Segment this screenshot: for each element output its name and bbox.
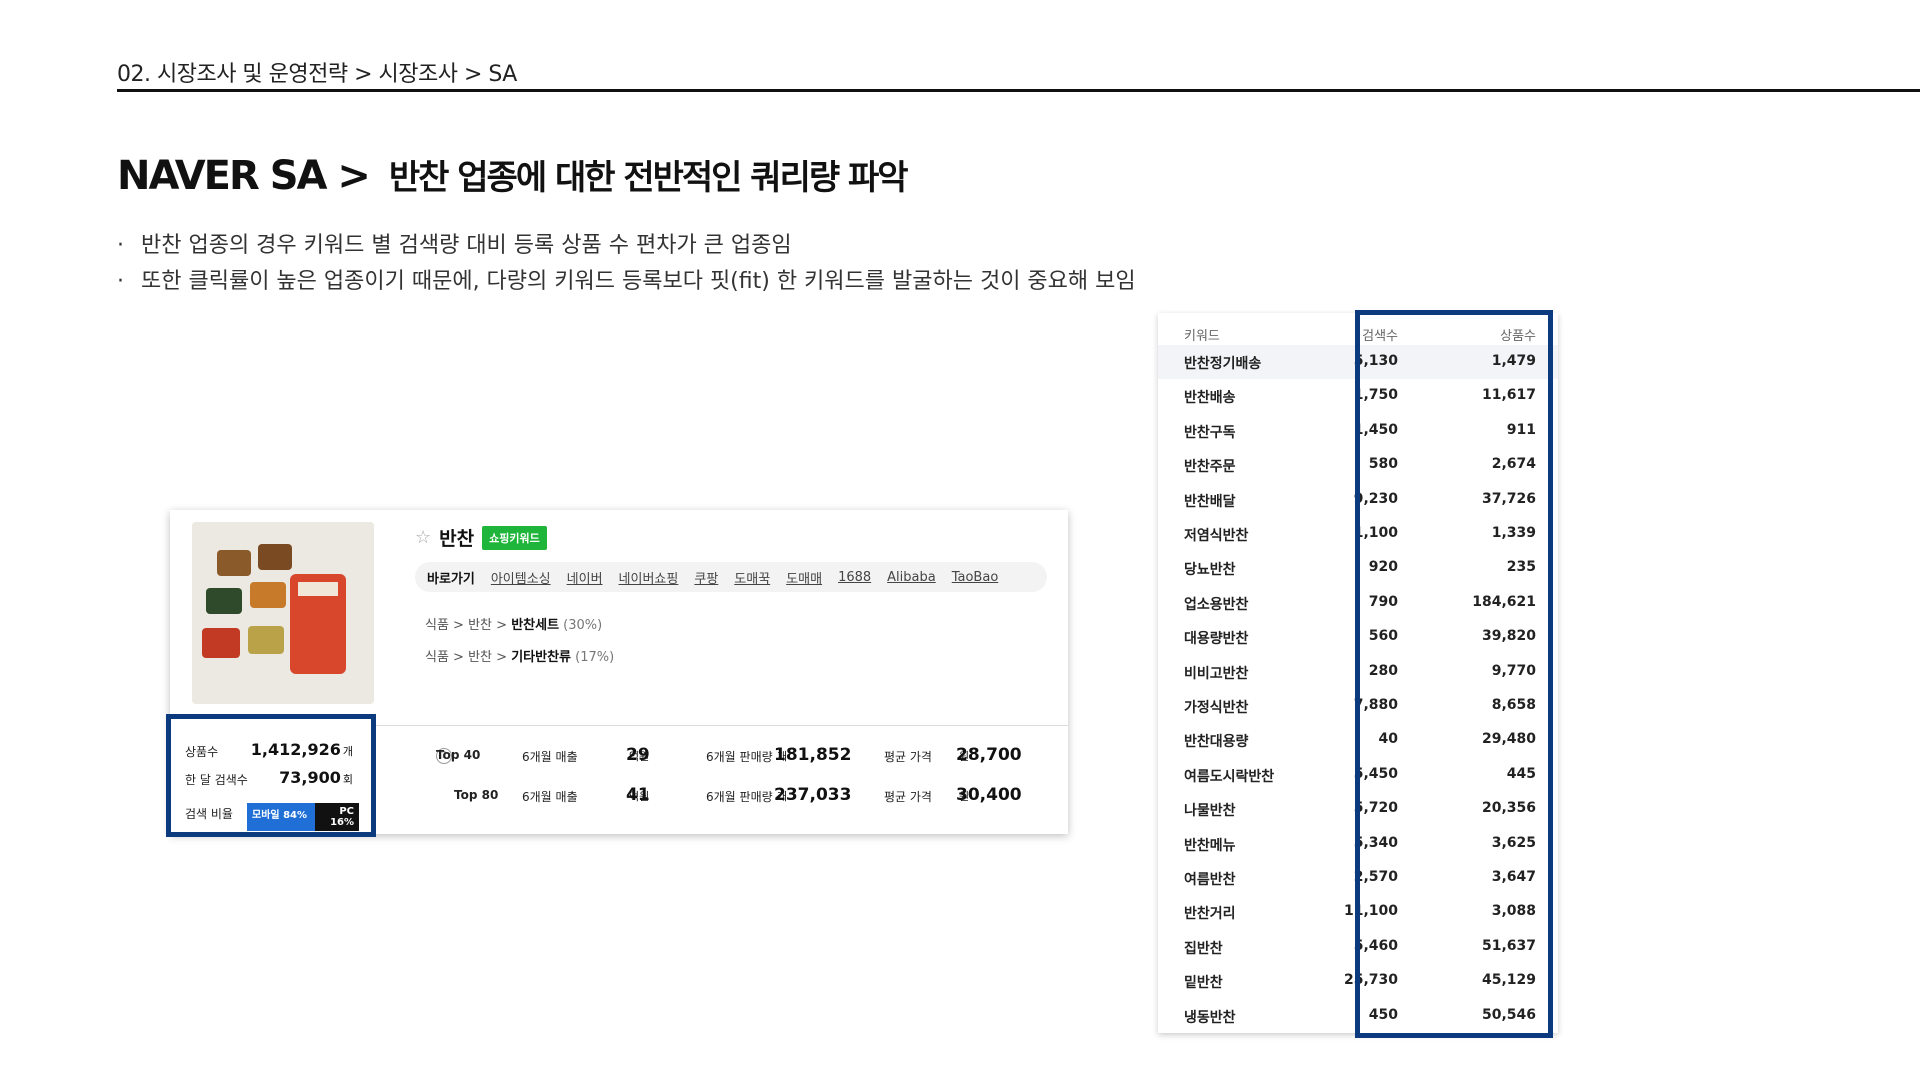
breadcrumb: 02. 시장조사 및 운영전략 > 시장조사 > SA bbox=[117, 62, 517, 87]
row-keyword: 반찬배송 bbox=[1184, 390, 1236, 407]
top-rank: Top 40 bbox=[436, 748, 481, 762]
product-image bbox=[192, 522, 374, 704]
qty-label: 6개월 판매량 bbox=[706, 790, 773, 804]
price-value: 30,400 bbox=[956, 785, 1022, 805]
stat-products: 상품수 1,412,926 개 bbox=[185, 740, 365, 760]
stat-label: 한 달 검색수 bbox=[185, 773, 248, 787]
shortcut-link[interactable]: 네이버쇼핑 bbox=[619, 568, 679, 587]
qty-value: 237,033 bbox=[774, 785, 852, 805]
row-keyword: 비비고반찬 bbox=[1184, 665, 1249, 682]
row-keyword: 여름도시락반찬 bbox=[1184, 768, 1275, 785]
row-keyword: 밑반찬 bbox=[1184, 975, 1223, 992]
category-share: (17%) bbox=[575, 650, 615, 665]
row-keyword: 업소용반찬 bbox=[1184, 596, 1249, 613]
sales-value: 29 bbox=[626, 745, 650, 765]
qty-label: 6개월 판매량 bbox=[706, 750, 773, 764]
category-path: 식품 > 반찬 > 반찬세트 (30%) bbox=[425, 618, 603, 633]
stat-label: 검색 비율 bbox=[185, 807, 233, 821]
shortcut-link[interactable]: 도매꾹 bbox=[734, 568, 770, 587]
top-rank: Top 80 bbox=[454, 788, 499, 802]
header-divider bbox=[117, 89, 1920, 92]
stat-unit: 회 bbox=[342, 773, 353, 786]
sales-label: 6개월 매출 bbox=[522, 750, 578, 764]
row-keyword: 대용량반찬 bbox=[1184, 631, 1249, 648]
star-icon[interactable]: ☆ bbox=[415, 527, 431, 548]
category-level-3: 기타반찬류 bbox=[511, 650, 571, 665]
shortcut-link[interactable]: 아이템소싱 bbox=[491, 568, 551, 587]
category-level-1: 식품 bbox=[425, 650, 449, 665]
category-level-1: 식품 bbox=[425, 618, 449, 633]
stat-label: 상품수 bbox=[185, 745, 219, 759]
qty-value: 181,852 bbox=[774, 745, 852, 765]
row-keyword: 반찬거리 bbox=[1184, 906, 1236, 923]
category-level-3: 반찬세트 bbox=[511, 618, 560, 633]
bullet-list: 반찬 업종의 경우 키워드 별 검색량 대비 등록 상품 수 편차가 큰 업종임… bbox=[117, 228, 1136, 300]
shortcut-label: 바로가기 bbox=[427, 571, 475, 587]
category-path: 식품 > 반찬 > 기타반찬류 (17%) bbox=[425, 650, 615, 665]
mobile-ratio: 모바일 84% bbox=[247, 803, 315, 831]
title-main: NAVER SA > bbox=[117, 153, 371, 199]
row-keyword: 저염식반찬 bbox=[1184, 528, 1249, 544]
keyword-card: ☆ 반찬 쇼핑키워드 바로가기 아이템소싱 네이버 네이버쇼핑 쿠팡 도매꾹 도… bbox=[166, 510, 1068, 837]
shopping-keyword-badge: 쇼핑키워드 bbox=[482, 525, 547, 550]
highlight-box-counts bbox=[1355, 310, 1553, 1038]
shortcut-link[interactable]: 네이버 bbox=[567, 568, 603, 587]
row-keyword: 당뇨반찬 bbox=[1184, 562, 1236, 579]
row-keyword: 반찬배달 bbox=[1184, 493, 1236, 510]
row-keyword: 나물반찬 bbox=[1184, 803, 1236, 820]
shortcut-link[interactable]: 도매매 bbox=[786, 568, 822, 587]
bullet-item: 또한 클릭률이 높은 업종이기 때문에, 다량의 키워드 등록보다 핏(fit)… bbox=[117, 264, 1136, 300]
bullet-item: 반찬 업종의 경우 키워드 별 검색량 대비 등록 상품 수 편차가 큰 업종임 bbox=[117, 228, 1136, 264]
highlight-box-stats: 상품수 1,412,926 개 한 달 검색수 73,900 회 검색 비율 모바일… bbox=[166, 714, 376, 837]
category-level-2: 반찬 bbox=[468, 618, 493, 633]
row-keyword: 가정식반찬 bbox=[1184, 700, 1249, 716]
stat-monthly-search: 한 달 검색수 73,900 회 bbox=[185, 768, 365, 788]
shortcut-link[interactable]: Alibaba bbox=[887, 570, 936, 585]
row-keyword: 반찬주문 bbox=[1184, 459, 1236, 476]
shortcut-bar: 바로가기 아이템소싱 네이버 네이버쇼핑 쿠팡 도매꾹 도매매 1688 Ali… bbox=[415, 562, 1047, 592]
row-keyword: 반찬메뉴 bbox=[1184, 837, 1236, 854]
price-value: 28,700 bbox=[956, 745, 1022, 765]
pc-ratio: PC 16% bbox=[315, 803, 359, 831]
row-keyword: 여름반찬 bbox=[1184, 872, 1236, 888]
stat-value: 1,412,926 bbox=[250, 740, 341, 759]
top-stats-row: Top 80 6개월 매출 41 억원 6개월 판매량 237,033 개 평균 가… bbox=[436, 785, 1056, 810]
shortcut-link[interactable]: 1688 bbox=[838, 570, 871, 585]
shortcut-link[interactable]: 쿠팡 bbox=[694, 568, 718, 587]
row-keyword: 반찬대용량 bbox=[1184, 734, 1249, 751]
category-share: (30%) bbox=[563, 618, 603, 633]
row-keyword: 냉동반찬 bbox=[1184, 1009, 1236, 1026]
row-keyword: 집반찬 bbox=[1184, 940, 1223, 957]
title-sub: 반찬 업종에 대한 전반적인 쿼리량 파악 bbox=[388, 158, 909, 198]
price-label: 평균 가격 bbox=[884, 790, 932, 804]
search-ratio-bar: 모바일 84% PC 16% bbox=[247, 803, 359, 831]
row-keyword: 반찬정기배송 bbox=[1184, 356, 1262, 372]
top-stats-row: ? Top 40 6개월 매출 29 억원 6개월 판매량 181,852 개 평균 … bbox=[436, 745, 1056, 770]
category-level-2: 반찬 bbox=[468, 650, 493, 665]
stat-unit: 개 bbox=[342, 745, 353, 758]
keyword-header: ☆ 반찬 쇼핑키워드 bbox=[415, 524, 547, 551]
sales-label: 6개월 매출 bbox=[522, 790, 578, 804]
header-keyword: 키워드 bbox=[1184, 329, 1220, 344]
row-keyword: 반찬구독 bbox=[1184, 424, 1236, 441]
price-label: 평균 가격 bbox=[884, 750, 932, 764]
stat-value: 73,900 bbox=[279, 768, 341, 787]
page-title: NAVER SA > 반찬 업종에 대한 전반적인 쿼리량 파악 bbox=[117, 150, 909, 199]
sales-value: 41 bbox=[626, 785, 650, 805]
shortcut-link[interactable]: TaoBao bbox=[952, 570, 999, 585]
keyword-title: 반찬 bbox=[439, 528, 475, 550]
